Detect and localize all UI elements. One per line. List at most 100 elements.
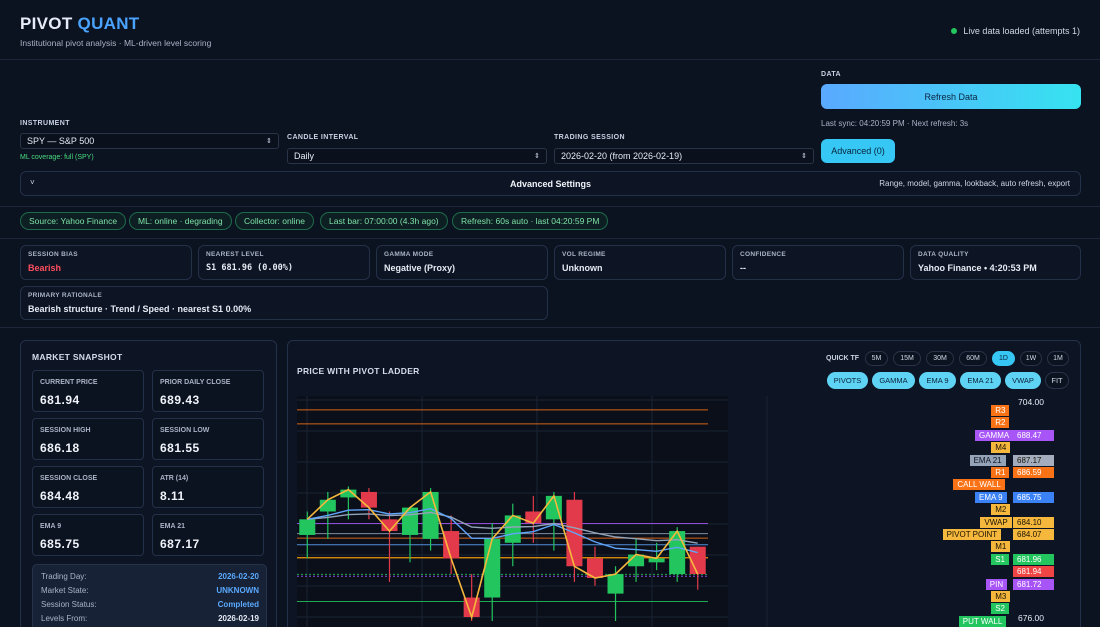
snapshot-box-value: 685.75 — [40, 537, 80, 551]
ladder-value: 681.96 — [1013, 553, 1054, 565]
chevron-updown-icon: ⇕ — [801, 153, 807, 160]
tf-button-1m[interactable]: 1M — [1047, 351, 1069, 366]
price-chart[interactable] — [297, 396, 1070, 627]
interval-label: CANDLE INTERVAL — [287, 134, 359, 141]
candle-body — [360, 491, 377, 508]
info-key: Levels From: — [41, 614, 88, 623]
session-select[interactable]: 2026-02-20 (from 2026-02-19) ⇕ — [554, 148, 814, 164]
session-select-value: 2026-02-20 (from 2026-02-19) — [561, 151, 683, 161]
metric-title: SESSION BIAS — [28, 251, 78, 258]
info-value: 2026-02-19 — [218, 614, 259, 623]
ladder-tag-m3: M3 — [991, 591, 1011, 602]
y-axis-top-label: 704.00 — [1018, 397, 1044, 407]
snapshot-box-value: 684.48 — [40, 489, 80, 503]
ladder-tag-call-wall: CALL WALL — [953, 479, 1005, 491]
overlay-toggle-pivots[interactable]: PIVOTS — [827, 372, 868, 389]
ladder-tag-pivot-point: PIVOT POINT — [942, 529, 1002, 540]
ladder-tag-m1: M1 — [991, 541, 1011, 553]
metric-card-vol-regime: VOL REGIME Unknown — [554, 245, 726, 280]
candle-body — [504, 515, 521, 543]
snapshot-ema9: EMA 9 685.75 — [32, 514, 144, 556]
tf-button-5m[interactable]: 5M — [865, 351, 888, 366]
info-value: Completed — [217, 600, 259, 609]
overlay-toggle-gamma[interactable]: GAMMA — [872, 372, 915, 389]
y-axis-bottom-label: 676.00 — [1018, 613, 1044, 623]
info-value: UNKNOWN — [216, 586, 259, 595]
metric-card-data-quality: DATA QUALITY Yahoo Finance • 4:20:53 PM — [910, 245, 1081, 280]
ladder-value: 684.07 — [1013, 529, 1054, 540]
overlay-toggle-ema21[interactable]: EMA 21 — [960, 372, 1001, 389]
status-pill-source: Source: Yahoo Finance — [20, 212, 127, 230]
overlay-toggle-vwap[interactable]: VWAP — [1005, 372, 1041, 389]
ladder-tag-vwap: VWAP — [980, 516, 1012, 528]
tf-button-1d[interactable]: 1D — [992, 351, 1015, 366]
tf-button-15m[interactable]: 15M — [893, 351, 921, 366]
tf-button-1w[interactable]: 1W — [1020, 351, 1042, 366]
chart-panel-title: PRICE WITH PIVOT LADDER — [297, 366, 420, 376]
advanced-button[interactable]: Advanced (0) — [821, 139, 895, 163]
status-pill-refresh: Refresh: 60s auto · last 04:20:59 PM — [452, 212, 609, 230]
divider — [0, 238, 1100, 239]
chevron-updown-icon: ⇕ — [266, 138, 272, 145]
ml-coverage: ML coverage: full (SPY) — [20, 154, 94, 161]
metric-card-nearest-level: NEAREST LEVEL S1 681.96 (0.00%) — [198, 245, 370, 280]
ladder-value: 684.10 — [1013, 516, 1054, 528]
metric-card-gamma-mode: GAMMA MODE Negative (Proxy) — [376, 245, 548, 280]
session-info-box: Trading Day: 2026-02-20 Market State: UN… — [32, 564, 267, 627]
live-status-text: Live data loaded (attempts 1) — [963, 26, 1080, 36]
candle-body — [422, 491, 439, 539]
tf-button-30m[interactable]: 30M — [926, 351, 954, 366]
info-row-levels-from: Levels From: 2026-02-19 — [41, 614, 259, 623]
panel-title: MARKET SNAPSHOT — [32, 352, 123, 362]
info-key: Session Status: — [41, 600, 97, 609]
brand-word-quant: QUANT — [77, 14, 140, 33]
market-snapshot-panel: MARKET SNAPSHOT CURRENT PRICE 681.94 PRI… — [20, 340, 277, 627]
last-sync-text: Last sync: 04:20:59 PM · Next refresh: 3… — [821, 119, 969, 128]
info-key: Market State: — [41, 586, 89, 595]
brand-logo: PIVOT QUANT — [20, 14, 140, 34]
ladder-tag-put-wall: PUT WALL — [958, 615, 1007, 627]
tagline: Institutional pivot analysis · ML-driven… — [20, 38, 212, 48]
quick-tf-label: QUICK TF — [826, 355, 860, 362]
ladder-tag-m4: M4 — [991, 442, 1011, 454]
metric-value: Yahoo Finance • 4:20:53 PM — [918, 263, 1037, 273]
status-pill-ml: ML: online · degrading — [129, 212, 232, 230]
advanced-settings-toggle[interactable]: ˅ Advanced Settings Range, model, gamma,… — [20, 171, 1081, 196]
info-row-market-state: Market State: UNKNOWN — [41, 586, 259, 595]
primary-rationale-card: PRIMARY RATIONALE Bearish structure · Tr… — [20, 286, 548, 320]
interval-select[interactable]: Daily ⇕ — [287, 148, 547, 164]
ladder-tag-r2: R2 — [991, 417, 1010, 429]
snapshot-box-value: 681.94 — [40, 393, 80, 407]
snapshot-box-value: 681.55 — [160, 441, 200, 455]
advanced-settings-hint: Range, model, gamma, lookback, auto refr… — [879, 179, 1070, 188]
interval-select-value: Daily — [294, 151, 315, 161]
snapshot-box-title: ATR (14) — [160, 475, 189, 482]
refresh-data-button[interactable]: Refresh Data — [821, 84, 1081, 109]
session-label: TRADING SESSION — [554, 134, 625, 141]
metric-value: Bearish — [28, 263, 62, 273]
fit-button[interactable]: FIT — [1045, 372, 1069, 389]
metric-title: DATA QUALITY — [918, 251, 969, 258]
app-header: PIVOT QUANT Institutional pivot analysis… — [0, 0, 1100, 60]
instrument-select[interactable]: SPY — S&P 500 ⇕ — [20, 133, 279, 149]
metric-title: GAMMA MODE — [384, 251, 434, 258]
snapshot-atr: ATR (14) 8.11 — [152, 466, 264, 508]
tf-button-60m[interactable]: 60M — [959, 351, 987, 366]
status-pill-collector: Collector: online — [235, 212, 314, 230]
overlay-toggle-ema9[interactable]: EMA 9 — [919, 372, 956, 389]
metric-title: VOL REGIME — [562, 251, 606, 258]
snapshot-box-title: PRIOR DAILY CLOSE — [160, 379, 231, 386]
ladder-value: 681.72 — [1013, 578, 1054, 590]
ladder-value: 688.47 — [1013, 429, 1054, 441]
data-label: DATA — [821, 71, 842, 78]
ladder-tag-ema-9: EMA 9 — [975, 491, 1007, 503]
instrument-label: INSTRUMENT — [20, 120, 70, 127]
metric-value: -- — [740, 263, 746, 273]
info-row-trading-day: Trading Day: 2026-02-20 — [41, 572, 259, 581]
snapshot-box-title: CURRENT PRICE — [40, 379, 98, 386]
candle-body — [607, 574, 624, 594]
ladder-tag-ema-21: EMA 21 — [969, 454, 1006, 466]
snapshot-session-high: SESSION HIGH 686.18 — [32, 418, 144, 460]
ladder-value: 687.17 — [1013, 454, 1054, 466]
snapshot-box-title: SESSION CLOSE — [40, 475, 98, 482]
